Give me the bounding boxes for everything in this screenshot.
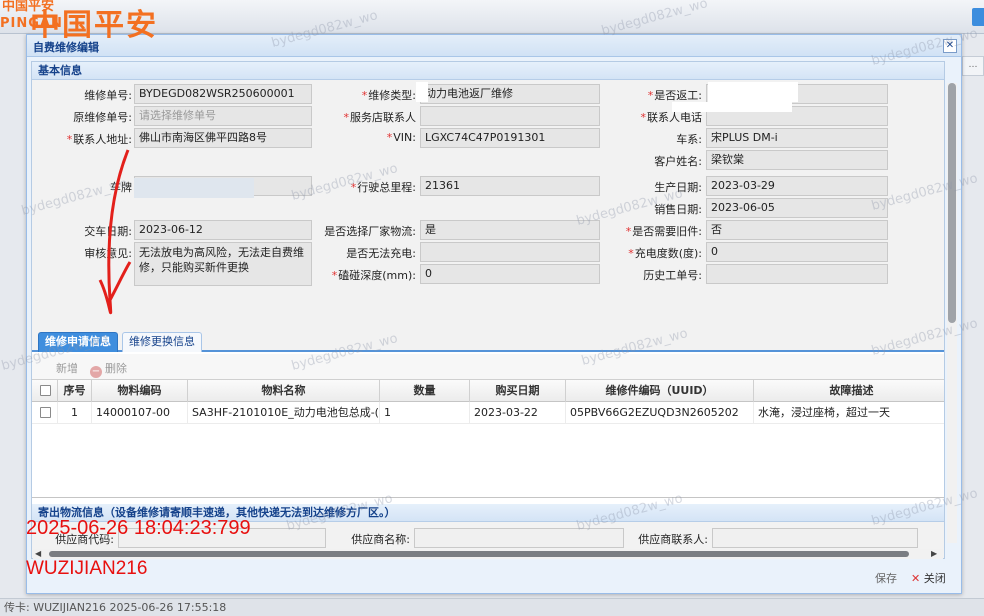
user-stamp: WUZIJIAN216 (26, 558, 148, 579)
timestamp-stamp: 2025-06-26 18:04:23:799 (26, 517, 251, 539)
